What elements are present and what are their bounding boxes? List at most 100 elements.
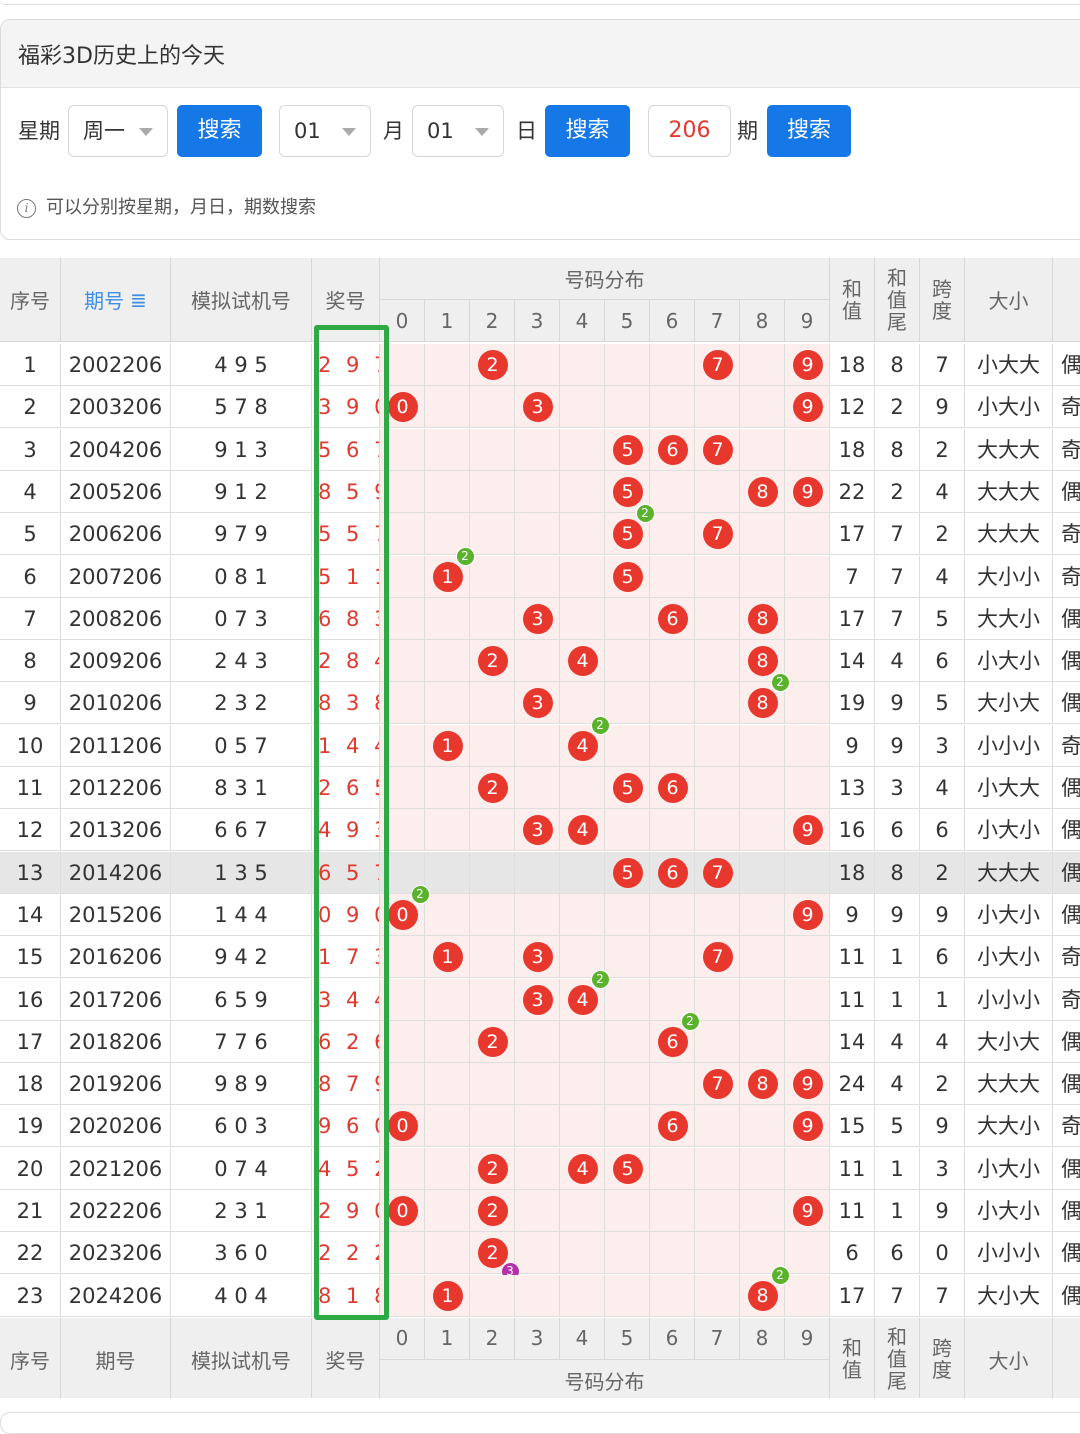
table-row[interactable]: 420052069 1 28 5 95892224大大大偶	[0, 470, 1080, 513]
table-row[interactable]: 220032065 7 83 9 00391229小大小奇	[0, 386, 1080, 429]
column-seq: 序号	[0, 258, 61, 342]
row-seq: 11	[0, 767, 61, 809]
table-row[interactable]: 1920202066 0 39 6 00691559大大小奇	[0, 1105, 1080, 1148]
row-parity: 偶	[1053, 1148, 1080, 1190]
number-ball: 4	[567, 730, 598, 761]
table-row[interactable]: 2320242064 0 48 1 81821777大小大偶	[0, 1265, 1080, 1317]
dist-cell	[515, 470, 560, 513]
table-row[interactable]: 120022064 9 52 9 72791887小大大偶	[0, 344, 1080, 386]
column-sum: 和值	[830, 258, 875, 342]
dist-cell	[785, 428, 830, 471]
sort-icon[interactable]: ≣	[130, 288, 147, 312]
weekday-select[interactable]: 周一	[68, 105, 168, 157]
month-select[interactable]: 01	[279, 105, 371, 157]
dist-cell	[425, 978, 470, 1021]
dist-cell	[785, 513, 830, 556]
table-row[interactable]: 2120222062 3 12 9 00291119小大小偶	[0, 1190, 1080, 1232]
row-prize-number: 1 7 3	[312, 936, 380, 979]
table-row[interactable]: 2220232063 6 02 2 223660小小小偶	[0, 1232, 1080, 1282]
table-row[interactable]: 1020112060 5 71 4 4142993小小小奇	[0, 715, 1080, 767]
table-row[interactable]: 820092062 4 32 8 42481446小大小偶	[0, 640, 1080, 683]
footer-digit-6-label: 6	[665, 1326, 679, 1351]
row-prize-number: 6 8 3	[312, 597, 380, 640]
dist-cell	[605, 809, 650, 852]
row-size: 小大小	[965, 893, 1053, 936]
table-row[interactable]: 520062069 7 95 5 75721772大大大奇	[0, 504, 1080, 556]
row-parity: 偶	[1053, 344, 1080, 386]
issue-input[interactable]: 206	[648, 105, 731, 157]
table-row[interactable]: 1420152061 4 40 9 0092999小大小偶	[0, 884, 1080, 936]
row-period: 2023206	[61, 1232, 171, 1275]
number-ball: 9	[792, 1196, 823, 1226]
repeat-count-badge: 2	[770, 673, 790, 693]
table-row[interactable]: 1720182067 7 66 2 62621444大小大偶	[0, 1011, 1080, 1063]
row-period: 2014206	[61, 851, 171, 894]
dist-cell	[740, 555, 785, 598]
row-period: 2012206	[61, 767, 171, 809]
dist-cell	[470, 513, 515, 556]
table-row[interactable]: 1820192069 8 98 7 9 7892442大大大偶	[0, 1063, 1080, 1106]
number-ball: 0	[387, 1111, 418, 1142]
hint-text: 可以分别按星期，月日，期数搜索	[46, 197, 316, 218]
column-digit-7-label: 7	[710, 308, 724, 333]
row-prize-number: 6 2 6	[312, 1020, 380, 1063]
table-row[interactable]: 2020212060 7 44 5 22451113小大小偶	[0, 1147, 1080, 1190]
row-sum: 18	[830, 851, 875, 894]
dist-cell	[695, 555, 740, 598]
weekday-search-button[interactable]: 搜索	[177, 105, 262, 157]
row-size: 小大大	[965, 344, 1053, 386]
number-ball: 5	[612, 434, 643, 465]
date-search-button[interactable]: 搜索	[545, 105, 630, 157]
column-digit-6: 6	[650, 300, 695, 342]
dist-cell	[695, 978, 740, 1021]
row-sum: 19	[830, 682, 875, 725]
column-prize-label: 奖号	[325, 289, 366, 313]
row-parity: 偶	[1053, 767, 1080, 809]
row-size: 大小大	[965, 1020, 1053, 1063]
column-period[interactable]: 期号 ≣	[61, 258, 171, 342]
row-period: 2018206	[61, 1020, 171, 1063]
table-row[interactable]: 1520162069 4 21 7 31371116小大小奇	[0, 936, 1080, 979]
footer-trial-label: 模拟试机号	[191, 1348, 291, 1373]
column-parity	[1053, 258, 1080, 342]
row-period: 2008206	[61, 597, 171, 640]
row-seq: 20	[0, 1147, 61, 1190]
table-row[interactable]: 320042069 1 35 6 7 567 1882大大大奇	[0, 428, 1080, 471]
row-parity: 偶	[1053, 682, 1080, 725]
column-digit-2: 2	[470, 300, 515, 342]
dist-cell	[650, 1190, 695, 1232]
row-sum: 16	[830, 809, 875, 852]
row-span: 9	[920, 1105, 965, 1148]
table-row[interactable]: 1120122068 3 12 6 5 2 56 1334小大大偶	[0, 767, 1080, 809]
table-row[interactable]: 1220132066 6 74 9 33491666小大小偶	[0, 809, 1080, 852]
dist-cell	[560, 555, 605, 598]
footer-seq: 序号	[0, 1317, 61, 1398]
table-row[interactable]: 720082060 7 36 8 33681775大大小偶	[0, 597, 1080, 640]
table-row[interactable]: 920102062 3 28 3 83821995大小大偶	[0, 673, 1080, 725]
repeat-count-badge: 2	[635, 504, 655, 524]
dist-cell	[560, 1274, 605, 1317]
footer-trial: 模拟试机号	[171, 1317, 312, 1398]
row-parity: 偶	[1053, 809, 1080, 852]
row-span: 7	[920, 344, 965, 386]
dist-cell	[380, 344, 425, 386]
dist-cell	[515, 767, 560, 809]
row-prize-number: 9 6 0	[312, 1105, 380, 1148]
search-hint: i 可以分别按星期，月日，期数搜索	[17, 180, 316, 236]
issue-search-button[interactable]: 搜索	[767, 105, 851, 157]
chevron-down-icon	[342, 128, 356, 136]
table-row[interactable]: 1620172066 5 93 4 43421111小小小奇	[0, 969, 1080, 1021]
dist-cell	[695, 597, 740, 640]
dist-cell	[425, 344, 470, 386]
dist-cell	[425, 682, 470, 725]
dist-cell	[560, 470, 605, 513]
table-row[interactable]: 620072060 8 15 1 1152774大小小奇	[0, 546, 1080, 598]
day-select[interactable]: 01	[412, 105, 504, 157]
column-sum-tail-label: 和值尾	[887, 265, 907, 334]
dist-cell	[470, 1105, 515, 1148]
column-digit-9: 9	[785, 300, 830, 342]
footer-sum-label: 和值	[842, 1336, 862, 1383]
row-prize-number: 4 5 2	[312, 1147, 380, 1190]
table-row[interactable]: 1320142061 3 56 5 7 567 1882大大大偶	[0, 851, 1080, 894]
dist-cell	[740, 1147, 785, 1190]
